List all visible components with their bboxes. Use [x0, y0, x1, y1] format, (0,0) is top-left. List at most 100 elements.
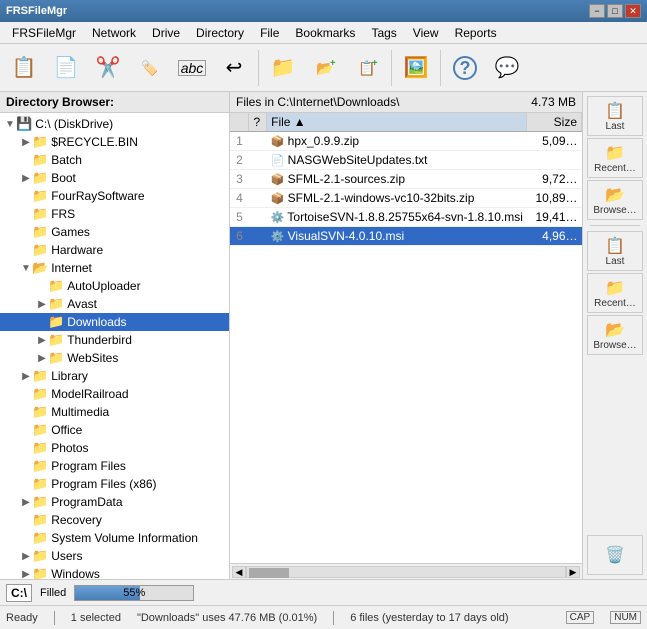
expand-frs[interactable]	[20, 209, 32, 220]
tree-item-modelrailroad[interactable]: 📁 ModelRailroad	[0, 385, 229, 403]
table-row[interactable]: 3 📦 SFML-2.1-sources.zip 9,72…	[230, 170, 582, 189]
menu-directory[interactable]: Directory	[188, 24, 252, 42]
table-row[interactable]: 5 ⚙️ TortoiseSVN-1.8.8.25755x64-svn-1.8.…	[230, 208, 582, 227]
tree-item-internet[interactable]: ▼ 📂 Internet	[0, 259, 229, 277]
col-size[interactable]: Size	[527, 113, 582, 132]
tree-item-programfiles[interactable]: 📁 Program Files	[0, 457, 229, 475]
expand-thunderbird[interactable]: ▶	[36, 335, 48, 346]
files-table-container[interactable]: ? File ▲ Size 1 📦 hpx_0.9.9.zip 5,09…	[230, 113, 582, 563]
tree-item-library[interactable]: ▶ 📁 Library	[0, 367, 229, 385]
drive-label[interactable]: C:\	[6, 584, 32, 602]
menu-tags[interactable]: Tags	[363, 24, 404, 42]
expand-batch[interactable]	[20, 155, 32, 166]
table-row[interactable]: 2 📄 NASGWebSiteUpdates.txt	[230, 151, 582, 170]
browse-top-button[interactable]: 📂 Browse…	[587, 180, 643, 220]
tree-item-multimedia[interactable]: 📁 Multimedia	[0, 403, 229, 421]
file-name-1[interactable]: 📦 hpx_0.9.9.zip	[267, 132, 527, 151]
tree-item-users[interactable]: ▶ 📁 Users	[0, 547, 229, 565]
copy-button[interactable]: 📋	[4, 48, 44, 88]
expand-c-drive[interactable]: ▼	[4, 119, 16, 130]
menu-drive[interactable]: Drive	[144, 24, 188, 42]
tree-item-boot[interactable]: ▶ 📁 Boot	[0, 169, 229, 187]
expand-fourray[interactable]	[20, 191, 32, 202]
tree-item-fourray[interactable]: 📁 FourRaySoftware	[0, 187, 229, 205]
tree-item-recycle[interactable]: ▶ 📁 $RECYCLE.BIN	[0, 133, 229, 151]
expand-autouploader[interactable]	[36, 281, 48, 292]
expand-sysvolinfo[interactable]	[20, 533, 32, 544]
tree-item-games[interactable]: 📁 Games	[0, 223, 229, 241]
tree-item-autouploader[interactable]: 📁 AutoUploader	[0, 277, 229, 295]
menu-bookmarks[interactable]: Bookmarks	[287, 24, 363, 42]
expand-downloads[interactable]	[36, 317, 48, 328]
menu-network[interactable]: Network	[84, 24, 144, 42]
last-bottom-button[interactable]: 📋 Last	[587, 231, 643, 271]
expand-recycle[interactable]: ▶	[20, 137, 32, 148]
paste-button[interactable]: 📄	[46, 48, 86, 88]
expand-recovery[interactable]	[20, 515, 32, 526]
copy2-button[interactable]: 📋+	[347, 48, 387, 88]
tree-item-programfilesx86[interactable]: 📁 Program Files (x86)	[0, 475, 229, 493]
tree-item-office[interactable]: 📁 Office	[0, 421, 229, 439]
image-button[interactable]: 🖼️	[396, 48, 436, 88]
table-row[interactable]: 4 📦 SFML-2.1-windows-vc10-32bits.zip 10,…	[230, 189, 582, 208]
folder-button[interactable]: 📁	[263, 48, 303, 88]
file-name-6[interactable]: ⚙️ VisualSVN-4.0.10.msi	[267, 227, 527, 246]
expand-games[interactable]	[20, 227, 32, 238]
abc-button[interactable]: abc	[172, 48, 212, 88]
expand-boot[interactable]: ▶	[20, 173, 32, 184]
menu-frsfilemgr[interactable]: FRSFileMgr	[4, 24, 84, 42]
tree-item-avast[interactable]: ▶ 📁 Avast	[0, 295, 229, 313]
delete-button[interactable]: 🗑️	[587, 535, 643, 575]
table-row[interactable]: 6 ⚙️ VisualSVN-4.0.10.msi 4,96…	[230, 227, 582, 246]
scroll-left-button[interactable]: ◀	[232, 566, 246, 578]
tree-item-frs[interactable]: 📁 FRS	[0, 205, 229, 223]
expand-users[interactable]: ▶	[20, 551, 32, 562]
file-name-4[interactable]: 📦 SFML-2.1-windows-vc10-32bits.zip	[267, 189, 527, 208]
file-name-3[interactable]: 📦 SFML-2.1-sources.zip	[267, 170, 527, 189]
tree-item-batch[interactable]: 📁 Batch	[0, 151, 229, 169]
tree-item-sysvolinfo[interactable]: 📁 System Volume Information	[0, 529, 229, 547]
files-scrollbar-h[interactable]: ◀ ▶	[230, 563, 582, 579]
scrollbar-thumb-h[interactable]	[249, 568, 289, 578]
comment-button[interactable]: 💬	[487, 48, 527, 88]
expand-hardware[interactable]	[20, 245, 32, 256]
help-button[interactable]: ?	[445, 48, 485, 88]
expand-windows[interactable]: ▶	[20, 569, 32, 580]
tree-item-photos[interactable]: 📁 Photos	[0, 439, 229, 457]
tree-item-c-drive[interactable]: ▼ 💾 C:\ (DiskDrive)	[0, 115, 229, 133]
tree-item-programdata[interactable]: ▶ 📁 ProgramData	[0, 493, 229, 511]
menu-file[interactable]: File	[252, 24, 287, 42]
tree-item-recovery[interactable]: 📁 Recovery	[0, 511, 229, 529]
directory-tree[interactable]: ▼ 💾 C:\ (DiskDrive) ▶ 📁 $RECYCLE.BIN 📁 B…	[0, 113, 229, 579]
expand-programfiles[interactable]	[20, 461, 32, 472]
recent-top-button[interactable]: 📁 Recent…	[587, 138, 643, 178]
col-file[interactable]: File ▲	[267, 113, 527, 132]
file-name-5[interactable]: ⚙️ TortoiseSVN-1.8.8.25755x64-svn-1.8.10…	[267, 208, 527, 227]
menu-reports[interactable]: Reports	[447, 24, 505, 42]
table-row[interactable]: 1 📦 hpx_0.9.9.zip 5,09…	[230, 132, 582, 151]
tree-item-websites[interactable]: ▶ 📁 WebSites	[0, 349, 229, 367]
minimize-button[interactable]: −	[589, 4, 605, 18]
menu-view[interactable]: View	[405, 24, 447, 42]
expand-avast[interactable]: ▶	[36, 299, 48, 310]
expand-modelrailroad[interactable]	[20, 389, 32, 400]
file-name-2[interactable]: 📄 NASGWebSiteUpdates.txt	[267, 151, 527, 170]
tree-item-thunderbird[interactable]: ▶ 📁 Thunderbird	[0, 331, 229, 349]
tree-item-windows[interactable]: ▶ 📁 Windows	[0, 565, 229, 579]
expand-multimedia[interactable]	[20, 407, 32, 418]
col-flag[interactable]: ?	[249, 113, 267, 132]
rename-button[interactable]: 🏷️	[130, 48, 170, 88]
expand-office[interactable]	[20, 425, 32, 436]
expand-internet[interactable]: ▼	[20, 263, 32, 274]
undo-button[interactable]: ↩	[214, 48, 254, 88]
close-button[interactable]: ✕	[625, 4, 641, 18]
cut-button[interactable]: ✂️	[88, 48, 128, 88]
expand-websites[interactable]: ▶	[36, 353, 48, 364]
scroll-right-button[interactable]: ▶	[566, 566, 580, 578]
recent-bottom-button[interactable]: 📁 Recent…	[587, 273, 643, 313]
expand-photos[interactable]	[20, 443, 32, 454]
expand-programfilesx86[interactable]	[20, 479, 32, 490]
new-folder-button[interactable]: 📂+	[305, 48, 345, 88]
tree-item-downloads[interactable]: 📁 Downloads	[0, 313, 229, 331]
browse-bottom-button[interactable]: 📂 Browse…	[587, 315, 643, 355]
